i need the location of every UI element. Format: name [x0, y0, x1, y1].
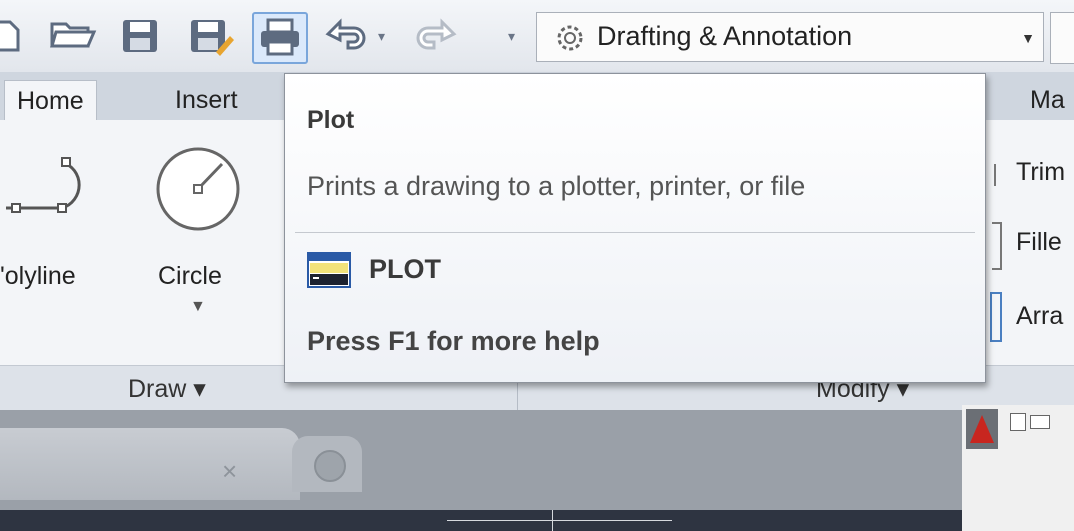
quick-access-toolbar: ▾ ▾ Drafting & Annotation ▼ — [0, 0, 1074, 73]
tooltip-title: Plot — [307, 106, 355, 134]
crosshair-horizontal — [447, 520, 672, 521]
plus-icon — [314, 450, 346, 482]
document-tab[interactable]: × — [0, 428, 300, 500]
chevron-down-icon: ▼ — [1021, 30, 1035, 46]
undo-icon[interactable] — [324, 12, 374, 58]
open-icon[interactable] — [1030, 415, 1050, 429]
save-as-icon[interactable] — [186, 12, 236, 58]
plot-tooltip: Plot Prints a drawing to a plotter, prin… — [284, 73, 986, 383]
fillet-label[interactable]: Fille — [1016, 228, 1062, 257]
redo-icon[interactable] — [408, 12, 458, 58]
redo-dropdown-icon[interactable]: ▾ — [508, 28, 515, 45]
plot-button[interactable] — [252, 12, 308, 64]
array-icon — [990, 292, 1002, 342]
circle-dropdown-icon[interactable]: ▼ — [190, 298, 206, 316]
draw-panel-title[interactable]: Draw ▾ — [128, 374, 206, 404]
trim-icon — [994, 164, 996, 186]
plot-icon — [261, 18, 299, 56]
tab-insert[interactable]: Insert — [163, 80, 250, 120]
workspace-label: Drafting & Annotation — [597, 21, 853, 51]
tab-manage[interactable]: Ma — [1018, 80, 1074, 120]
toolbar-overflow[interactable] — [1050, 12, 1074, 64]
workspace-switcher[interactable]: Drafting & Annotation ▼ — [536, 12, 1044, 62]
gear-icon — [557, 25, 583, 51]
array-label[interactable]: Arra — [1016, 302, 1063, 331]
tab-home[interactable]: Home — [4, 80, 97, 121]
crosshair-vertical — [552, 510, 553, 531]
save-icon[interactable] — [118, 12, 164, 58]
command-line-icon — [307, 252, 351, 288]
tooltip-help-text: Press F1 for more help — [307, 326, 600, 356]
circle-icon[interactable] — [150, 144, 246, 234]
open-icon[interactable] — [48, 12, 98, 58]
app-window-thumbnail — [962, 405, 1074, 531]
close-icon[interactable]: × — [222, 456, 237, 487]
tooltip-command: PLOT — [369, 254, 441, 284]
trim-label[interactable]: Trim — [1016, 158, 1065, 187]
polyline-icon[interactable] — [6, 150, 96, 220]
undo-dropdown-icon[interactable]: ▾ — [378, 28, 385, 45]
new-icon[interactable] — [0, 12, 24, 58]
tooltip-description: Prints a drawing to a plotter, printer, … — [307, 171, 806, 201]
fillet-icon — [992, 222, 1002, 270]
circle-label[interactable]: Circle — [158, 262, 222, 291]
document-tab-bar: × — [0, 410, 1074, 510]
new-tab-button[interactable] — [292, 436, 362, 492]
tooltip-separator — [295, 232, 975, 233]
autocad-logo-icon[interactable] — [966, 409, 998, 449]
new-icon[interactable] — [1010, 413, 1026, 431]
polyline-label[interactable]: 'olyline — [0, 262, 76, 291]
